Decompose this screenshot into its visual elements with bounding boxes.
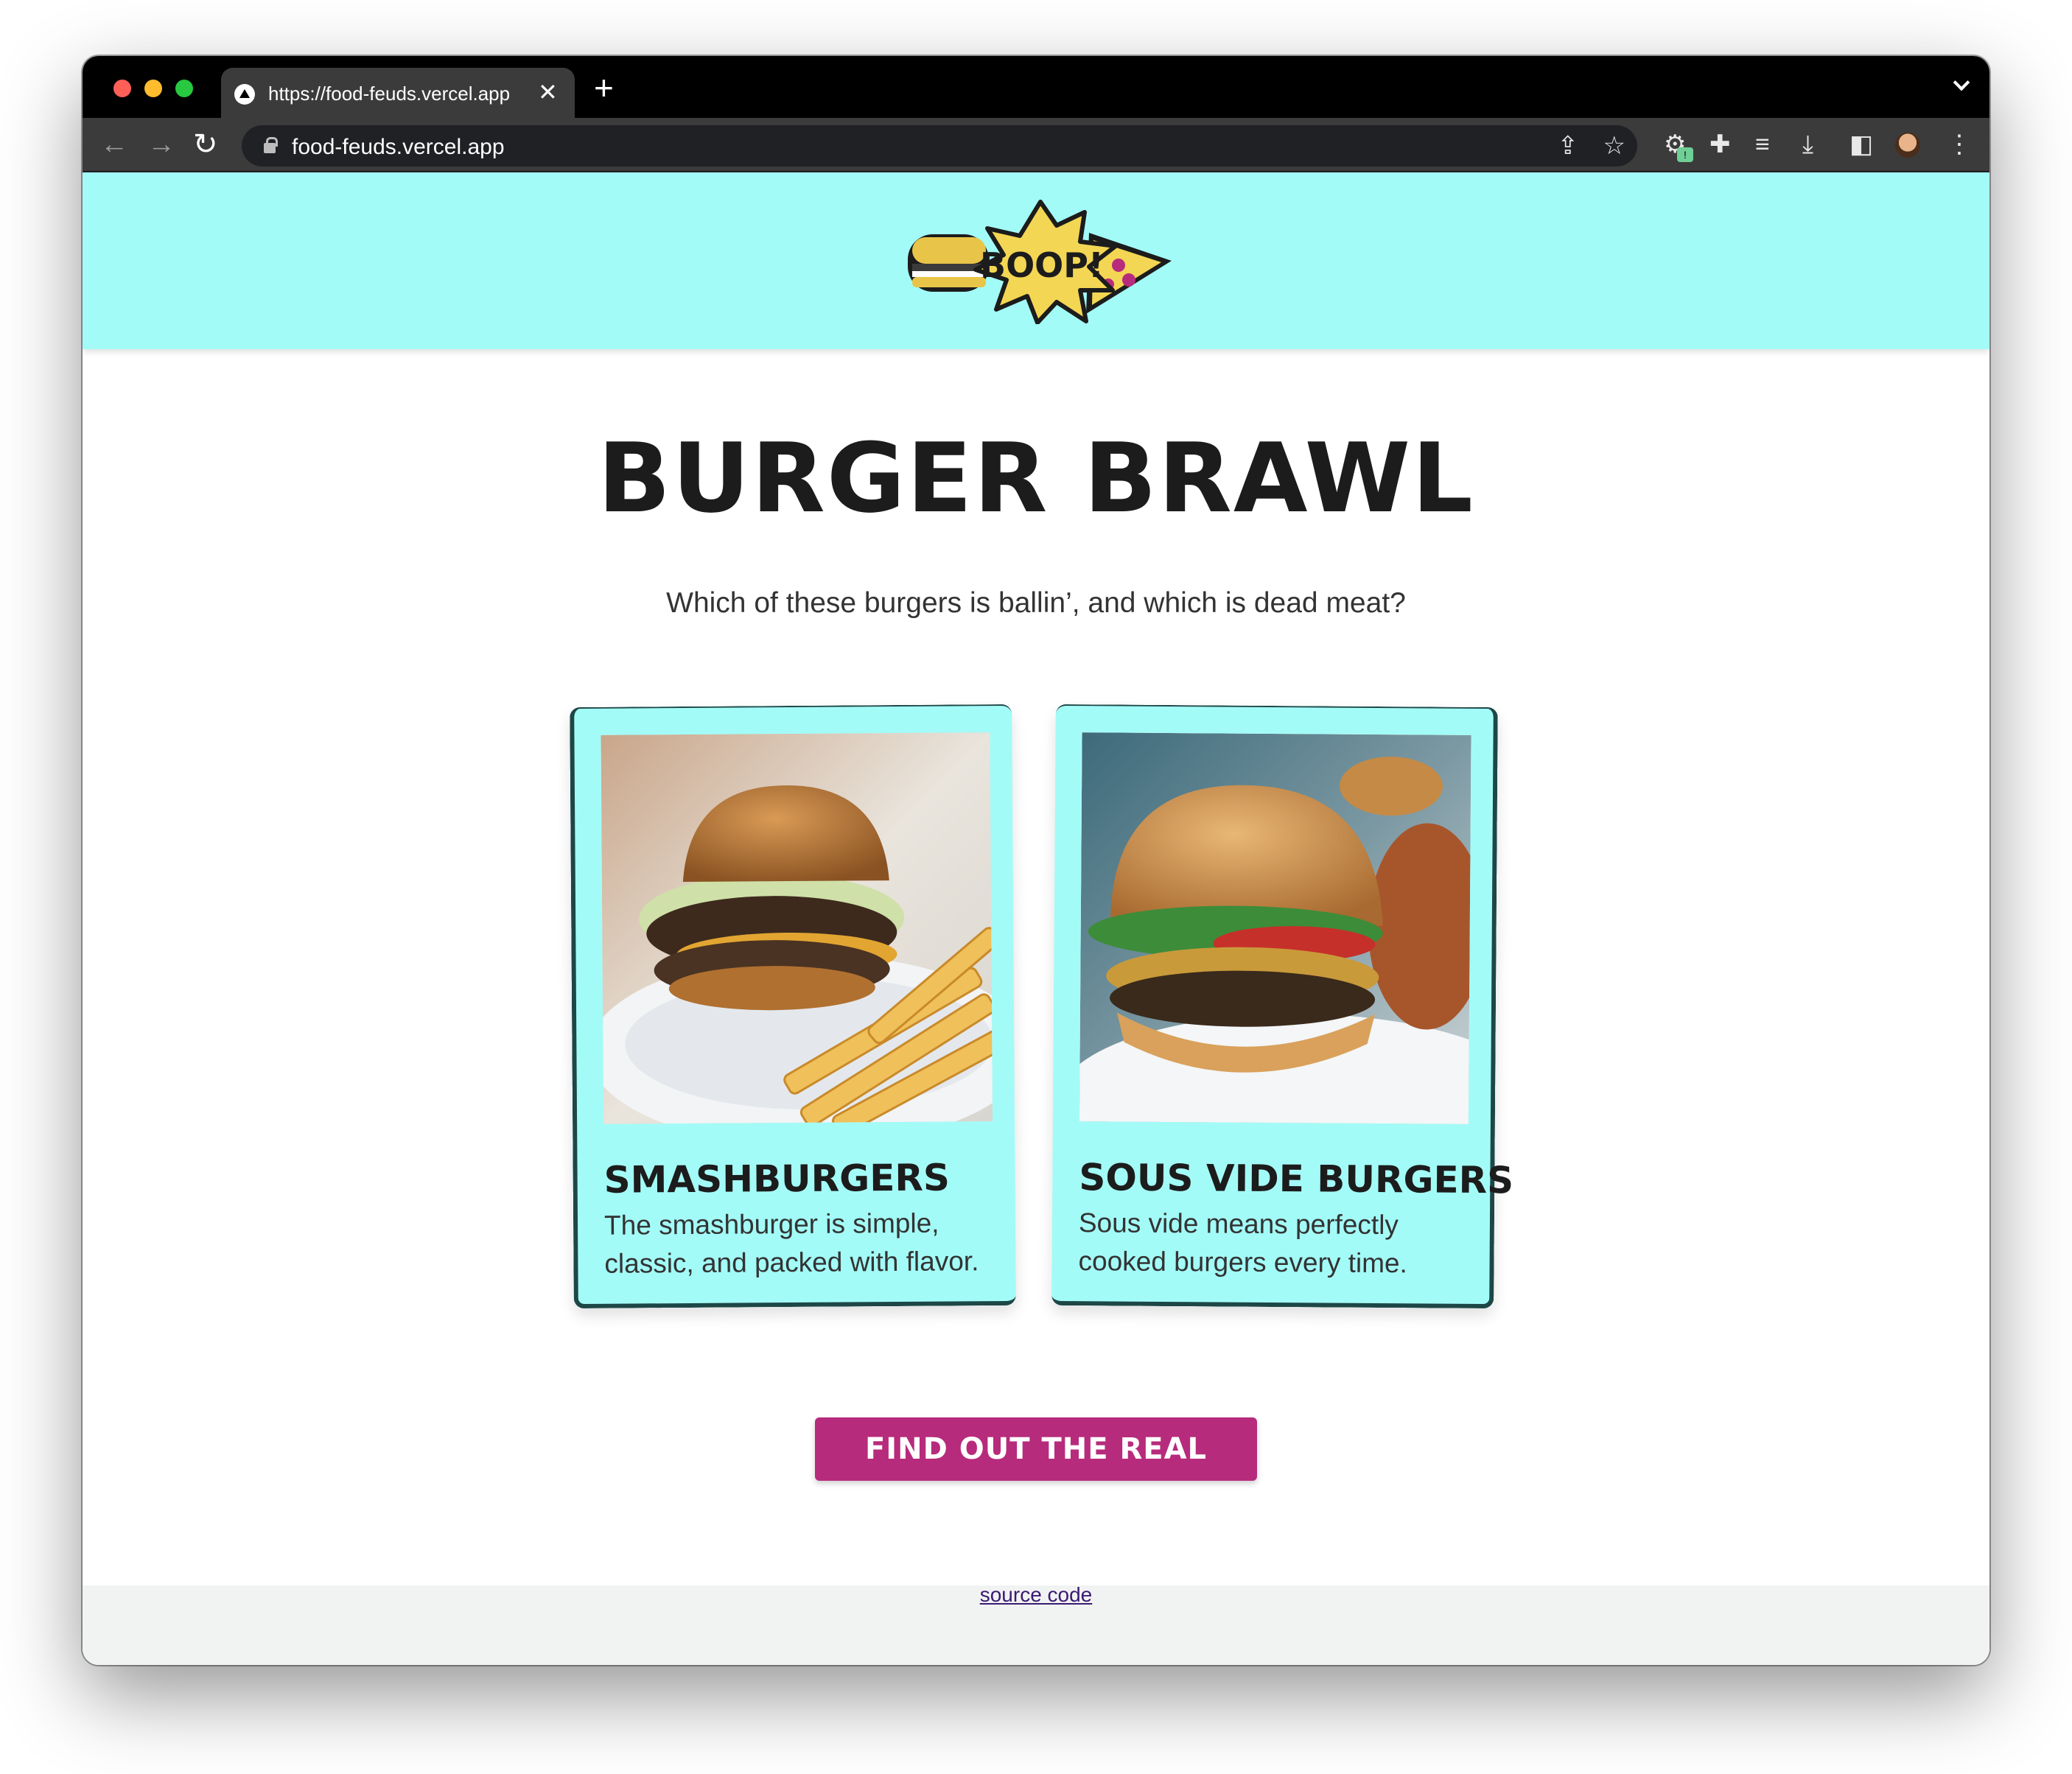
- burger-card-sous-vide[interactable]: SOUS VIDE BURGERS Sous vide means perfec…: [1051, 704, 1514, 1309]
- new-tab-button[interactable]: +: [594, 69, 614, 106]
- browser-toolbar: ← → ↻ food-feuds.vercel.app ⇪ ☆ ⚙ ! ✚ ≡ …: [83, 118, 1989, 172]
- page-subtitle: Which of these burgers is ballin’, and w…: [666, 587, 1406, 619]
- tab-strip: https://food-feuds.vercel.app ✕ +: [83, 56, 1989, 118]
- page-title: BURGER BRAWL: [598, 422, 1474, 534]
- maximize-window-button[interactable]: [175, 80, 193, 97]
- vercel-favicon-icon: [234, 84, 255, 105]
- find-winner-button[interactable]: FIND OUT THE REAL WINNER: [815, 1417, 1257, 1529]
- card-title: SMASHBURGERS: [603, 1156, 951, 1202]
- card-description: The smashburger is simple, classic, and …: [603, 1207, 979, 1279]
- close-window-button[interactable]: [113, 80, 131, 97]
- logo-text: BOOP!: [980, 245, 1104, 285]
- minimize-window-button[interactable]: [144, 80, 162, 97]
- extensions-puzzle-icon[interactable]: ✚: [1709, 130, 1731, 159]
- browser-window: https://food-feuds.vercel.app ✕ + ← → ↻ …: [83, 56, 1989, 1665]
- site-header: BOOP!: [83, 172, 1989, 349]
- card-description: Sous vide means perfectly cooked burgers…: [1078, 1207, 1407, 1279]
- sous-vide-image: [1079, 732, 1471, 1124]
- tab-close-icon[interactable]: ✕: [538, 80, 558, 105]
- reload-icon[interactable]: ↻: [193, 127, 218, 162]
- lock-icon[interactable]: [264, 137, 278, 153]
- tab-title: https://food-feuds.vercel.app: [268, 83, 511, 105]
- share-icon[interactable]: ⇪: [1558, 131, 1579, 161]
- download-icon[interactable]: ⤓: [1802, 130, 1813, 159]
- browser-tab[interactable]: https://food-feuds.vercel.app ✕: [221, 68, 575, 118]
- menu-kebab-icon[interactable]: ⋮: [1947, 130, 1972, 159]
- burger-card-smashburgers[interactable]: SMASHBURGERS The smashburger is simple, …: [570, 704, 1016, 1309]
- profile-avatar[interactable]: [1895, 133, 1920, 158]
- card-title: SOUS VIDE BURGERS: [1079, 1156, 1514, 1202]
- extension-badge: !: [1677, 147, 1693, 162]
- page-viewport: BOOP! BURGER BRAWL Which of these burger…: [83, 172, 1989, 1665]
- address-bar[interactable]: food-feuds.vercel.app ⇪ ☆: [242, 125, 1637, 166]
- url-text[interactable]: food-feuds.vercel.app: [292, 135, 505, 160]
- side-panel-icon[interactable]: ◧: [1849, 130, 1873, 159]
- tab-search-chevron-icon[interactable]: [1953, 74, 1970, 91]
- media-controls-icon[interactable]: ≡: [1755, 130, 1770, 159]
- forward-arrow-icon[interactable]: →: [147, 127, 175, 162]
- bookmark-star-icon[interactable]: ☆: [1603, 131, 1625, 161]
- sous-vide-photo: [1079, 732, 1471, 1124]
- back-arrow-icon[interactable]: ←: [100, 127, 128, 162]
- boop-logo[interactable]: BOOP!: [905, 199, 1175, 324]
- smashburger-image: [601, 732, 993, 1124]
- smashburger-photo: [601, 732, 993, 1124]
- source-code-link[interactable]: source code: [0, 1582, 2072, 1608]
